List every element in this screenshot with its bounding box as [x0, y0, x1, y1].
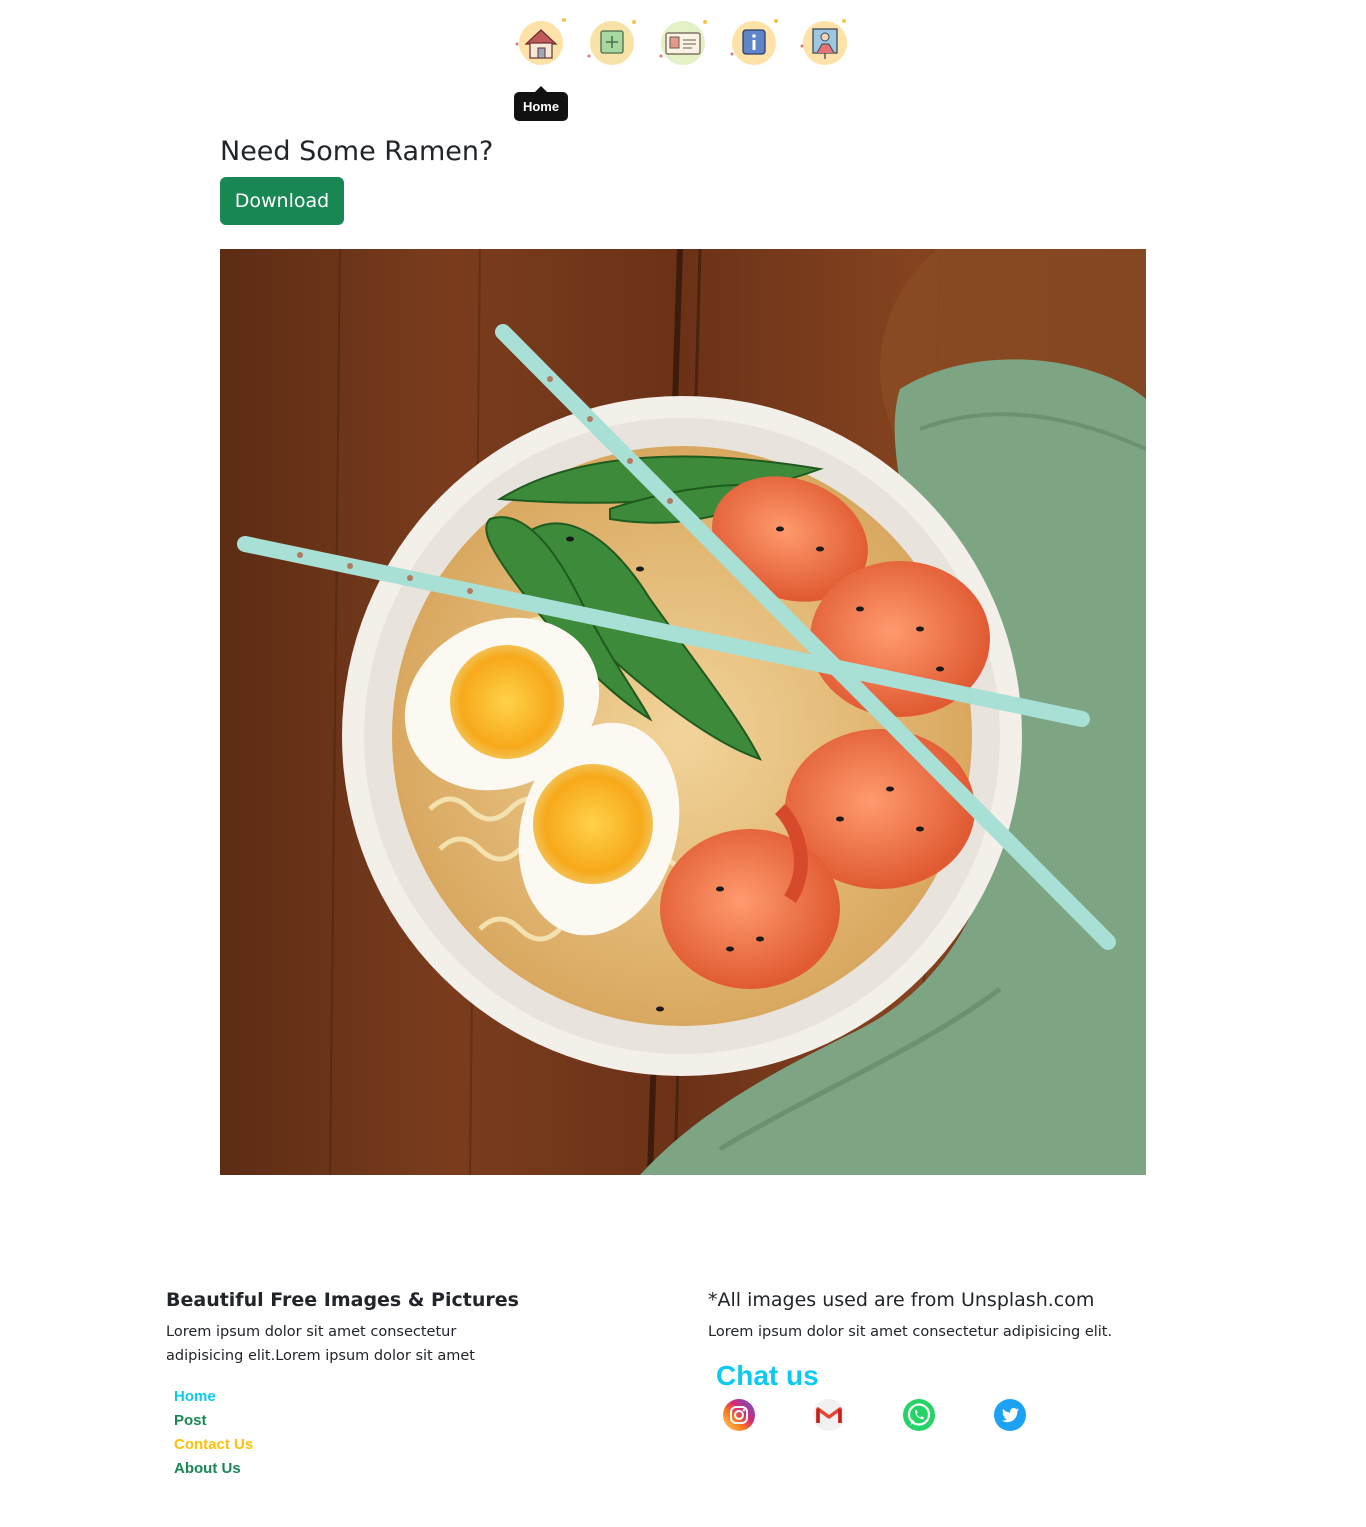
nav-tooltip: Home	[514, 86, 568, 121]
nav-post[interactable]	[585, 16, 639, 70]
footer-link-contact[interactable]: Contact Us	[174, 1433, 253, 1457]
footer-link-home[interactable]: Home	[174, 1385, 253, 1409]
ramen-bowl-photo	[220, 249, 1146, 1175]
nav-home[interactable]	[514, 16, 568, 70]
page-title: Need Some Ramen?	[220, 136, 494, 167]
gmail-icon	[813, 1399, 845, 1431]
chat-title: Chat us	[716, 1360, 819, 1391]
footer-link-about[interactable]: About Us	[174, 1457, 253, 1481]
twitter-icon	[994, 1399, 1026, 1431]
footer-description: Lorem ipsum dolor sit amet consectetur a…	[166, 1324, 475, 1364]
nav-about[interactable]	[727, 16, 781, 70]
instagram-icon	[723, 1399, 755, 1431]
image-credit-title: *All images used are from Unsplash.com	[708, 1289, 1095, 1311]
whatsapp-icon	[903, 1399, 935, 1431]
add-post-icon	[587, 20, 636, 58]
top-nav	[0, 16, 1366, 72]
whatsapp-link[interactable]	[902, 1398, 936, 1432]
nav-user[interactable]	[798, 16, 852, 70]
info-icon	[730, 19, 778, 56]
download-button[interactable]: Download	[220, 177, 344, 225]
image-credit-text: Lorem ipsum dolor sit amet consectetur a…	[708, 1324, 1113, 1340]
home-icon	[515, 18, 566, 59]
profile-icon	[800, 19, 846, 59]
nav-contact[interactable]	[656, 16, 710, 70]
instagram-link[interactable]	[722, 1398, 756, 1432]
footer-links: Home Post Contact Us About Us	[174, 1385, 253, 1481]
gmail-link[interactable]	[812, 1398, 846, 1432]
footer-link-post[interactable]: Post	[174, 1409, 253, 1433]
twitter-link[interactable]	[993, 1398, 1027, 1432]
contact-card-icon	[659, 20, 707, 58]
footer-title: Beautiful Free Images & Pictures	[166, 1289, 519, 1311]
